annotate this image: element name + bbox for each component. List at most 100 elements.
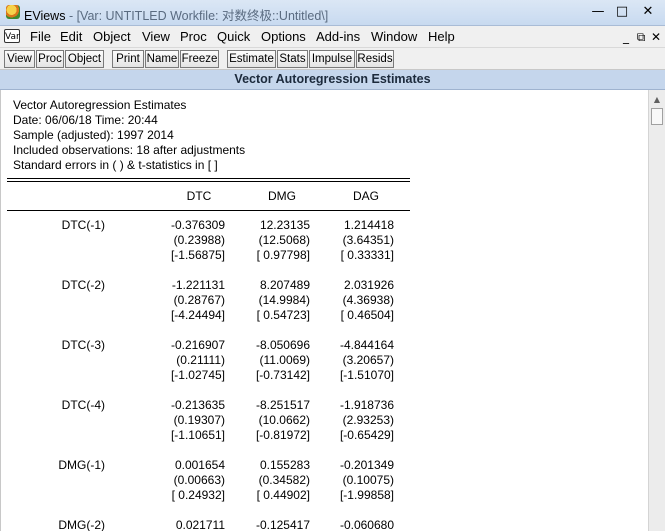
menu-object[interactable]: Object (93, 29, 131, 44)
standard-error-cell: (10.0662) (258, 413, 310, 427)
coefficient-cell: -0.376309 (170, 218, 225, 232)
row-label: DTC(-2) (61, 278, 105, 292)
toolbar-object-button[interactable]: Object (65, 50, 104, 68)
maximize-button[interactable]: □ (612, 4, 632, 19)
coefficient-cell: 2.031926 (343, 278, 394, 292)
t-statistic-cell: [ 0.54723] (256, 308, 310, 322)
eviews-app-icon (6, 5, 20, 19)
t-statistic-cell: [ 0.24932] (171, 488, 225, 502)
coefficient-cell: 8.207489 (259, 278, 310, 292)
t-statistic-cell: [ 0.33331] (340, 248, 394, 262)
coefficient-cell: -0.216907 (170, 338, 225, 352)
menu-view[interactable]: View (142, 29, 170, 44)
t-statistic-cell: [-0.65429] (339, 428, 394, 442)
menu-edit[interactable]: Edit (60, 29, 82, 44)
standard-error-cell: (0.23988) (173, 233, 225, 247)
table-top-rule (7, 178, 410, 179)
toolbar-name-button[interactable]: Name (145, 50, 179, 68)
menu-add-ins[interactable]: Add-ins (316, 29, 360, 44)
column-header-dag: DAG (352, 189, 379, 203)
app-name: EViews (24, 9, 66, 23)
coefficient-cell: -0.201349 (339, 458, 394, 472)
toolbar-impulse-button[interactable]: Impulse (309, 50, 355, 68)
object-toolbar: View Proc Object Print Name Freeze Estim… (0, 48, 665, 70)
t-statistic-cell: [ 0.44902] (256, 488, 310, 502)
standard-error-cell: (0.34582) (258, 473, 310, 487)
column-header-dmg: DMG (268, 189, 296, 203)
standard-error-cell: (3.20657) (342, 353, 394, 367)
menu-help[interactable]: Help (428, 29, 455, 44)
t-statistic-cell: [ 0.97798] (256, 248, 310, 262)
row-label: DMG(-2) (58, 518, 105, 531)
t-statistic-cell: [-1.56875] (170, 248, 225, 262)
coefficient-cell: -8.251517 (255, 398, 310, 412)
mdi-close-button[interactable]: ✕ (648, 30, 664, 44)
coefficient-cell: 0.001654 (174, 458, 225, 472)
window-title-detail: - [Var: UNTITLED Workfile: 对数终极::Untitle… (65, 9, 329, 23)
table-header-rule (7, 210, 410, 211)
standard-error-cell: (4.36938) (342, 293, 394, 307)
standard-error-cell: (0.19307) (173, 413, 225, 427)
close-window-button[interactable]: ✕ (638, 4, 658, 19)
toolbar-estimate-button[interactable]: Estimate (227, 50, 276, 68)
menu-window[interactable]: Window (371, 29, 417, 44)
title-bar: EViews - [Var: UNTITLED Workfile: 对数终极::… (0, 0, 665, 26)
minimize-button[interactable]: — (588, 4, 608, 19)
toolbar-freeze-button[interactable]: Freeze (180, 50, 219, 68)
menu-options[interactable]: Options (261, 29, 306, 44)
vertical-scrollbar[interactable]: ▲ (648, 90, 665, 531)
t-statistic-cell: [-1.51070] (339, 368, 394, 382)
standard-error-cell: (0.10075) (342, 473, 394, 487)
standard-error-cell: (12.5068) (258, 233, 310, 247)
output-header-band: Vector Autoregression Estimates (0, 70, 665, 90)
coefficient-cell: -0.213635 (170, 398, 225, 412)
coefficient-cell: -8.050696 (255, 338, 310, 352)
coefficient-cell: 12.23135 (259, 218, 310, 232)
standard-error-cell: (0.28767) (173, 293, 225, 307)
output-observations-line: Included observations: 18 after adjustme… (13, 143, 246, 157)
t-statistic-cell: [-0.81972] (255, 428, 310, 442)
var-object-icon[interactable]: Var (4, 29, 20, 43)
coefficient-cell: -4.844164 (339, 338, 394, 352)
coefficient-cell: -1.918736 (339, 398, 394, 412)
table-top-rule-double (7, 181, 410, 182)
coefficient-cell: -1.221131 (171, 278, 225, 292)
standard-error-cell: (0.00663) (173, 473, 225, 487)
coefficient-cell: 0.021711 (175, 518, 225, 531)
standard-error-cell: (14.9984) (258, 293, 310, 307)
output-title: Vector Autoregression Estimates (13, 98, 187, 112)
toolbar-print-button[interactable]: Print (112, 50, 144, 68)
t-statistic-cell: [-1.10651] (170, 428, 225, 442)
window-title: EViews - [Var: UNTITLED Workfile: 对数终极::… (24, 5, 328, 24)
output-standard-errors-note: Standard errors in ( ) & t-statistics in… (13, 158, 218, 172)
menu-proc[interactable]: Proc (180, 29, 207, 44)
scrollbar-thumb[interactable] (651, 108, 663, 125)
mdi-restore-button[interactable]: ⧉ (633, 30, 649, 45)
t-statistic-cell: [-1.02745] (170, 368, 225, 382)
menu-file[interactable]: File (30, 29, 51, 44)
standard-error-cell: (0.21111) (176, 353, 225, 367)
mdi-minimize-button[interactable]: _ (618, 30, 634, 44)
t-statistic-cell: [ 0.46504] (340, 308, 394, 322)
standard-error-cell: (11.0069) (259, 353, 310, 367)
toolbar-proc-button[interactable]: Proc (36, 50, 64, 68)
toolbar-stats-button[interactable]: Stats (277, 50, 308, 68)
row-label: DTC(-4) (61, 398, 105, 412)
t-statistic-cell: [-0.73142] (255, 368, 310, 382)
coefficient-cell: 0.155283 (259, 458, 310, 472)
coefficient-cell: -0.060680 (339, 518, 394, 531)
menu-quick[interactable]: Quick (217, 29, 250, 44)
scroll-up-arrow-icon[interactable]: ▲ (649, 92, 665, 108)
column-header-dtc: DTC (186, 189, 212, 203)
coefficient-cell: -0.125417 (255, 518, 310, 531)
standard-error-cell: (2.93253) (342, 413, 394, 427)
row-label: DMG(-1) (58, 458, 105, 472)
standard-error-cell: (3.64351) (342, 233, 394, 247)
menu-bar: Var File Edit Object View Proc Quick Opt… (0, 26, 665, 48)
row-label: DTC(-1) (61, 218, 105, 232)
t-statistic-cell: [-1.99858] (339, 488, 394, 502)
toolbar-resids-button[interactable]: Resids (356, 50, 394, 68)
toolbar-view-button[interactable]: View (4, 50, 35, 68)
row-label: DTC(-3) (61, 338, 105, 352)
t-statistic-cell: [-4.24494] (170, 308, 225, 322)
